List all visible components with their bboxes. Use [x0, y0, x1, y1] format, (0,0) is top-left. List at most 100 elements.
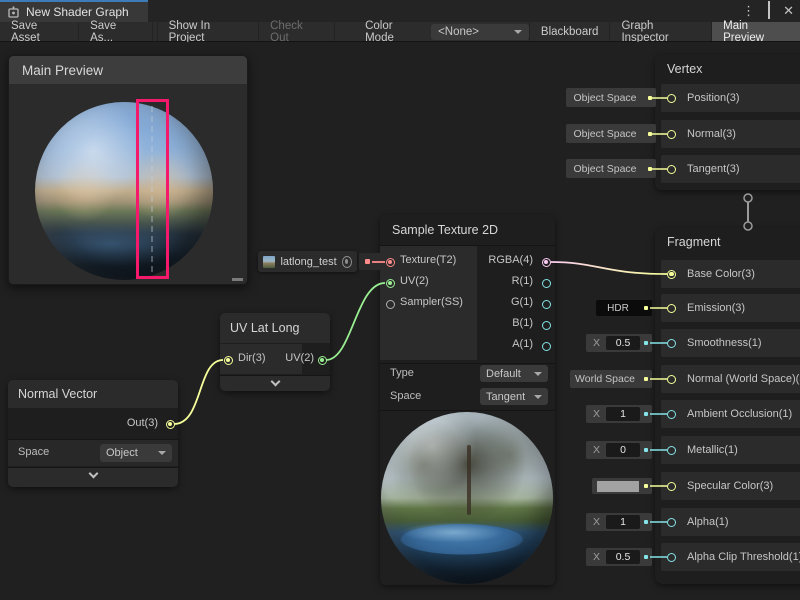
x-label: X: [593, 444, 600, 456]
show-in-project-button[interactable]: Show In Project: [157, 22, 260, 41]
position-input-port[interactable]: [667, 94, 676, 103]
fragment-row-alpha[interactable]: Alpha(1): [661, 508, 800, 536]
specular-color-swatch-chip[interactable]: [592, 478, 652, 494]
normal-vector-title: Normal Vector: [18, 387, 97, 401]
main-preview-header[interactable]: Main Preview: [9, 56, 247, 84]
uv-lat-long-row: Dir(3) UV(2): [220, 344, 330, 374]
fragment-row-ambient-occlusion[interactable]: Ambient Occlusion(1): [661, 400, 800, 428]
vertex-node[interactable]: Vertex Position(3) Normal(3) Tangent(3): [655, 55, 800, 190]
vertex-row-tangent[interactable]: Tangent(3): [661, 155, 800, 183]
r-output-port[interactable]: [542, 279, 551, 288]
expand-toggle-icon[interactable]: [342, 256, 352, 268]
normal-space-dropdown-chip[interactable]: World Space: [570, 370, 652, 388]
fragment-row-smoothness[interactable]: Smoothness(1): [661, 329, 800, 357]
vertex-row-position[interactable]: Position(3): [661, 84, 800, 112]
g-output-port[interactable]: [542, 300, 551, 309]
chevron-down-icon: [534, 395, 542, 399]
fragment-row-alpha-clip[interactable]: Alpha Clip Threshold(1): [661, 543, 800, 571]
port-label: Dir(3): [238, 352, 266, 364]
port-label: Sampler(SS): [400, 296, 463, 308]
normal-vector-out-row: Out(3): [8, 408, 178, 439]
ambient-occlusion-value-chip[interactable]: X1: [586, 405, 652, 423]
a-output-port[interactable]: [542, 342, 551, 351]
type-value: Default: [486, 368, 521, 380]
dir-input-port[interactable]: [224, 356, 233, 365]
value-field[interactable]: 1: [606, 515, 640, 529]
uv-output-port[interactable]: [318, 356, 327, 365]
specular-color-input-port[interactable]: [667, 482, 676, 491]
resize-handle[interactable]: [232, 278, 243, 281]
port-label: Specular Color(3): [661, 480, 773, 492]
smoothness-input-port[interactable]: [667, 339, 676, 348]
chip-label: Object Space: [573, 128, 636, 140]
type-dropdown[interactable]: Default: [480, 365, 548, 382]
tangent-space-chip[interactable]: Object Space: [566, 159, 656, 178]
alpha-clip-value-chip[interactable]: X0.5: [586, 548, 652, 566]
space-label: Space: [390, 390, 421, 402]
graph-canvas[interactable]: Main Preview Vertex Position(3) Normal(3…: [0, 42, 800, 600]
port-label: UV(2): [285, 352, 314, 364]
emission-input-port[interactable]: [667, 304, 676, 313]
blackboard-toggle-button[interactable]: Blackboard: [529, 22, 610, 41]
normal-vector-header[interactable]: Normal Vector: [8, 380, 178, 408]
base-color-input-port[interactable]: [667, 270, 676, 279]
texture-input-port[interactable]: [386, 258, 395, 267]
alpha-value-chip[interactable]: X1: [586, 513, 652, 531]
emission-hdr-chip[interactable]: HDR: [596, 300, 652, 316]
tangent-input-port[interactable]: [667, 165, 676, 174]
normal-input-port[interactable]: [667, 130, 676, 139]
alpha-input-port[interactable]: [667, 518, 676, 527]
smoothness-value-chip[interactable]: X0.5: [586, 334, 652, 352]
value-field[interactable]: 0: [606, 443, 640, 457]
space-dropdown[interactable]: Object: [100, 444, 172, 462]
value-field[interactable]: 1: [606, 407, 640, 421]
b-output-port[interactable]: [542, 321, 551, 330]
ambient-occlusion-input-port[interactable]: [667, 410, 676, 419]
fragment-row-emission[interactable]: Emission(3): [661, 294, 800, 322]
main-preview-toggle-button[interactable]: Main Preview: [711, 22, 800, 41]
normal-vector-node[interactable]: Normal Vector Out(3) Space Object: [8, 380, 178, 487]
vertex-row-normal[interactable]: Normal(3): [661, 120, 800, 148]
fragment-row-normal-ws[interactable]: Normal (World Space)(3): [661, 365, 800, 393]
chip-label: World Space: [575, 373, 635, 385]
uv-input-port[interactable]: [386, 279, 395, 288]
graph-inspector-toggle-button[interactable]: Graph Inspector: [609, 22, 711, 41]
metallic-input-port[interactable]: [667, 446, 676, 455]
shader-graph-asset-icon: [7, 6, 20, 19]
value-field[interactable]: 0.5: [606, 336, 640, 350]
fragment-row-specular-color[interactable]: Specular Color(3): [661, 472, 800, 500]
color-swatch[interactable]: [597, 481, 639, 492]
alpha-clip-input-port[interactable]: [667, 553, 676, 562]
space-dropdown[interactable]: Tangent: [480, 388, 548, 405]
value-field[interactable]: 0.5: [606, 550, 640, 564]
save-asset-button[interactable]: Save Asset: [0, 22, 79, 41]
collapse-preview-strip[interactable]: [220, 375, 330, 391]
port-label: Smoothness(1): [661, 337, 762, 349]
normal-ws-input-port[interactable]: [667, 375, 676, 384]
uv-lat-long-node[interactable]: UV Lat Long Dir(3) UV(2): [220, 313, 330, 391]
texture-thumbnail: [263, 256, 275, 268]
position-space-chip[interactable]: Object Space: [566, 88, 656, 107]
check-out-button[interactable]: Check Out: [259, 22, 335, 41]
sample-texture-2d-node[interactable]: Sample Texture 2D Texture(T2) UV(2) Samp…: [380, 215, 555, 585]
sampler-input-port[interactable]: [386, 300, 395, 309]
collapse-preview-strip[interactable]: [8, 467, 178, 487]
color-mode-dropdown[interactable]: <None>: [431, 24, 529, 40]
main-preview-panel[interactable]: Main Preview: [8, 55, 248, 285]
out-output-port[interactable]: [166, 420, 175, 429]
fragment-row-base-color[interactable]: Base Color(3): [661, 260, 800, 288]
metallic-value-chip[interactable]: X0: [586, 441, 652, 459]
fragment-row-metallic[interactable]: Metallic(1): [661, 436, 800, 464]
rgba-output-port[interactable]: [542, 258, 551, 267]
fragment-node[interactable]: Fragment Base Color(3) Emission(3) Smoot…: [655, 228, 800, 584]
space-value: Object: [106, 447, 138, 459]
wire-uv[interactable]: [326, 283, 385, 360]
normal-space-chip[interactable]: Object Space: [566, 124, 656, 143]
uv-lat-long-header[interactable]: UV Lat Long: [220, 313, 330, 343]
wire-normal-to-dir[interactable]: [174, 360, 223, 424]
texture-property-connector[interactable]: [359, 253, 381, 270]
space-label: Space: [18, 446, 49, 458]
texture-property-node[interactable]: latlong_test: [258, 251, 357, 272]
save-as-button[interactable]: Save As...: [79, 22, 152, 41]
wire-rgba-to-basecolor[interactable]: [551, 262, 667, 274]
